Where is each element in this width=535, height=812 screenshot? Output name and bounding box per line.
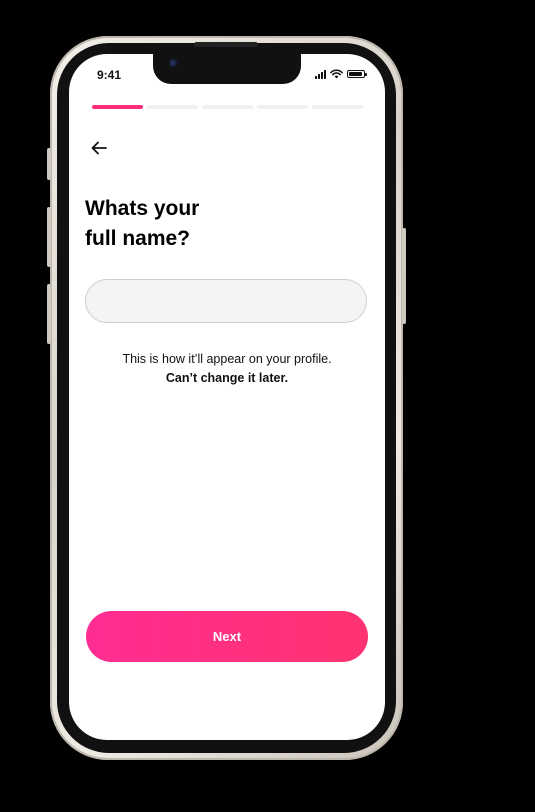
step-progress <box>92 105 363 109</box>
progress-step-1 <box>92 105 143 109</box>
cellular-signal-icon <box>315 69 326 79</box>
volume-up-button <box>47 207 51 267</box>
app-screen: 9:41 Whats your full name? This is how i… <box>69 54 385 740</box>
page-title: Whats your full name? <box>85 194 325 254</box>
progress-step-4 <box>257 105 308 109</box>
status-time: 9:41 <box>97 68 122 82</box>
title-line-1: Whats your <box>85 197 200 220</box>
helper-text: This is how it’ll appear on your profile… <box>85 350 369 388</box>
volume-down-button <box>47 284 51 344</box>
helper-text-line-1: This is how it’ll appear on your profile… <box>122 352 332 366</box>
next-button[interactable]: Next <box>86 611 368 662</box>
title-line-2: full name? <box>85 227 191 250</box>
earpiece-speaker <box>194 42 258 47</box>
back-button[interactable] <box>88 137 110 159</box>
helper-text-line-2: Can’t change it later. <box>165 371 289 385</box>
status-icons <box>315 68 367 80</box>
notch <box>153 54 301 84</box>
mute-switch <box>47 148 51 180</box>
battery-icon <box>347 70 367 78</box>
wifi-icon <box>330 69 343 79</box>
arrow-left-icon <box>91 141 107 155</box>
power-button <box>402 228 406 324</box>
full-name-input[interactable] <box>85 279 367 323</box>
progress-step-3 <box>202 105 253 109</box>
progress-step-2 <box>147 105 198 109</box>
front-camera <box>169 59 178 68</box>
progress-step-5 <box>312 105 363 109</box>
